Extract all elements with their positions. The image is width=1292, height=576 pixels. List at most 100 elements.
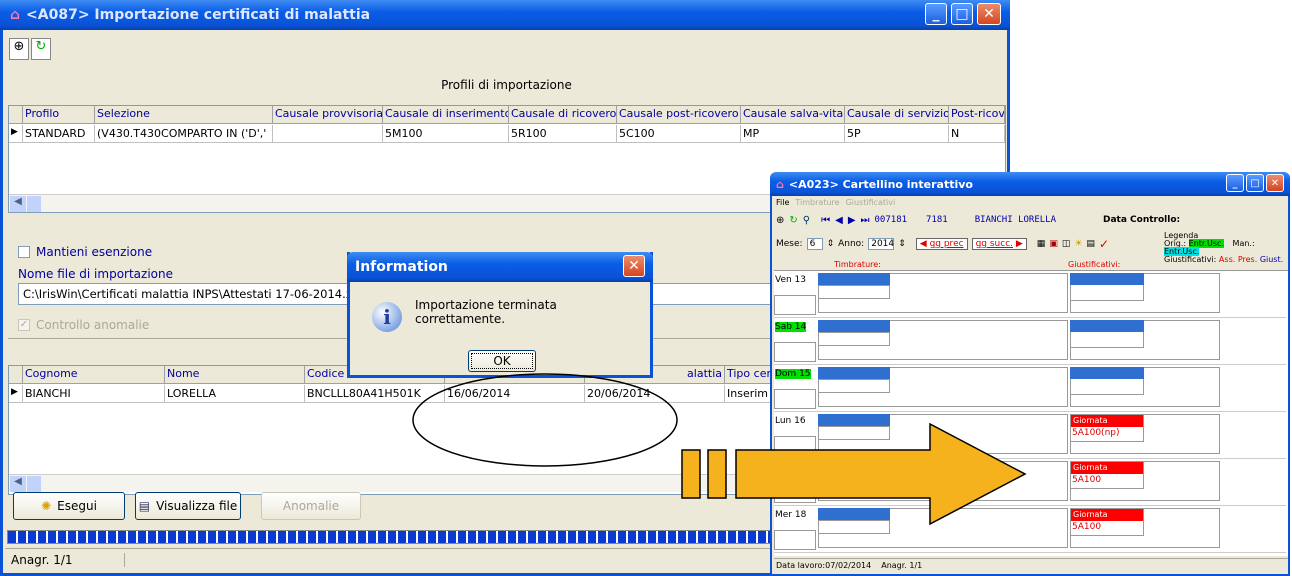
anomalies-checkbox-box[interactable]: ✓ [18,319,30,331]
anomalies-checkbox[interactable]: ✓ Controllo anomalie [18,318,149,332]
menu-timbrature[interactable]: Timbrature [795,198,839,207]
mese-input[interactable]: 6 [806,238,823,250]
first-record-icon[interactable]: ⏮ [821,215,830,226]
zoom-icon[interactable]: ⊕ [9,38,29,60]
last-record-icon[interactable]: ⏭ [861,215,870,226]
anomalies-checkbox-label: Controllo anomalie [36,318,150,332]
giust-type: Giornata [1071,462,1143,474]
menu-file[interactable]: File [776,198,789,207]
legend-giust: Giustificativi: [1164,255,1217,264]
timbrature-subbox[interactable] [818,285,890,299]
card-status-bar: Data lavoro:07/02/2014 Anagr. 1/1 [774,558,1288,572]
col-causale-ricovero[interactable]: Causale di ricovero [509,106,617,124]
menu-giustificativi[interactable]: Giustificativi [846,198,896,207]
dialog-title-bar[interactable]: Information ✕ [347,252,653,282]
card-window-title: <A023> Cartellino interattivo [788,177,973,191]
timbrature-bar [818,367,890,379]
refresh-icon[interactable]: ↻ [789,215,797,226]
col-post-ricov[interactable]: Post-ricov [949,106,1005,124]
anno-input[interactable]: 2014 [868,238,895,250]
day-label: Sab 14 [775,322,807,332]
sun-icon[interactable]: ☀ [1074,239,1082,249]
col-causale-provvisoria[interactable]: Causale provvisoria [273,106,383,124]
cell-causale-salva-vita: MP [741,125,845,143]
gg-prec-label: gg prec [929,239,964,249]
cell-causale-post-ricovero: 5C100 [617,125,741,143]
row-indicator-icon: ▶ [9,385,23,403]
card-controls: Mese: 6 ⇕ Anno: 2014 ⇕ ◀ gg prec gg succ… [776,232,1109,256]
legend-line1: Orig.: Entr.Usc. Man.: Entr.Usc. [1164,239,1286,256]
card-minimize-button[interactable]: _ [1226,174,1244,192]
profiles-header-indicator [9,106,23,124]
legend-man: Man.: [1232,239,1255,248]
cell-selezione: (V430.T430COMPARTO IN ('D',' [95,125,273,143]
day-row[interactable]: Sab 14 [774,318,1286,365]
check-icon[interactable]: ✓ [1099,237,1109,251]
gg-prec-button[interactable]: ◀ gg prec [915,238,968,250]
exemption-checkbox[interactable]: Mantieni esenzione [18,245,152,259]
day-label-box[interactable] [774,295,816,315]
legend-giust2: Giust. [1259,255,1284,264]
right-arrow-icon: ▶ [1015,239,1023,249]
col-giustificativi: Giustificativi: [1068,260,1121,269]
row-indicator-icon: ▶ [9,125,23,143]
anomalies-button[interactable]: Anomalie [261,492,361,520]
giust-code: 5A100 [1072,522,1102,532]
col-causale-post-ricovero[interactable]: Causale post-ricovero [617,106,741,124]
refresh-icon[interactable]: ↻ [31,38,51,60]
col-causale-servizio[interactable]: Causale di servizio [845,106,949,124]
table-row[interactable]: ▶ STANDARD (V430.T430COMPARTO IN ('D',' … [9,125,1005,143]
col-timbrature: Timbrature: [834,260,881,269]
col-nome[interactable]: Nome [165,366,305,384]
prev-record-icon[interactable]: ◀ [835,215,843,226]
minimize-button[interactable]: _ [925,3,947,25]
day-row[interactable]: Dom 15 [774,365,1286,412]
ok-button[interactable]: OK [468,350,536,372]
calculator-icon[interactable]: ▦ [1037,239,1046,249]
day-label-box[interactable] [774,389,816,409]
day-label: Dom 15 [775,369,811,379]
main-title-bar[interactable]: ⌂ <A087> Importazione certificati di mal… [0,0,1010,30]
day-label-box[interactable] [774,342,816,362]
next-record-icon[interactable]: ▶ [848,215,856,226]
exemption-checkbox-label: Mantieni esenzione [36,245,153,259]
card-toolbar: ⊕ ↻ ⚲ ⏮ ◀ ▶ ⏭ 007181 7181 BIANCHI LORELL… [776,210,1286,230]
timbrature-subbox[interactable] [818,379,890,393]
calendar-icon[interactable]: ▣ [1049,239,1058,249]
close-button[interactable]: ✕ [977,3,1001,25]
day-row[interactable]: Ven 13 [774,271,1286,318]
anno-spinner-icon[interactable]: ⇕ [898,239,906,249]
binoculars-icon[interactable]: ⚲ [803,215,810,226]
col-selezione[interactable]: Selezione [95,106,273,124]
card-title-bar[interactable]: ⌂ <A023> Cartellino interattivo _ □ ✕ [770,172,1290,196]
view-file-button-label: Visualizza file [156,499,238,513]
scroll-left-icon[interactable]: ◀ [10,476,26,492]
profiles-heading: Profili di importazione [441,78,572,92]
scroll-thumb[interactable] [27,476,41,492]
dialog-close-button[interactable]: ✕ [623,255,645,277]
gg-succ-button[interactable]: gg succ. ▶ [971,238,1027,250]
mese-spinner-icon[interactable]: ⇕ [827,239,835,249]
yellow-arrow [681,422,1027,526]
timbrature-subbox[interactable] [818,332,890,346]
book-icon[interactable]: ◫ [1062,239,1071,249]
anomalies-button-label: Anomalie [282,499,340,513]
view-file-button[interactable]: ▤ Visualizza file [135,492,241,520]
col-cognome[interactable]: Cognome [23,366,165,384]
run-button[interactable]: ✺ Esegui [13,492,125,520]
col-causale-inserimento[interactable]: Causale di inserimento [383,106,509,124]
card-close-button[interactable]: ✕ [1266,174,1284,192]
card-maximize-button[interactable]: □ [1246,174,1264,192]
maximize-button[interactable]: □ [951,3,973,25]
document-icon[interactable]: ▤ [1086,239,1095,249]
scroll-left-icon[interactable]: ◀ [10,196,26,212]
zoom-icon[interactable]: ⊕ [776,215,784,226]
col-causale-salva-vita[interactable]: Causale salva-vita [741,106,845,124]
scroll-thumb[interactable] [27,196,41,212]
col-profilo[interactable]: Profilo [23,106,95,124]
employee-name: BIANCHI LORELLA [974,215,1056,225]
run-button-label: Esegui [57,499,97,513]
day-label-box[interactable] [774,530,816,550]
exemption-checkbox-box[interactable] [18,246,30,258]
giust-bar [1070,320,1144,332]
